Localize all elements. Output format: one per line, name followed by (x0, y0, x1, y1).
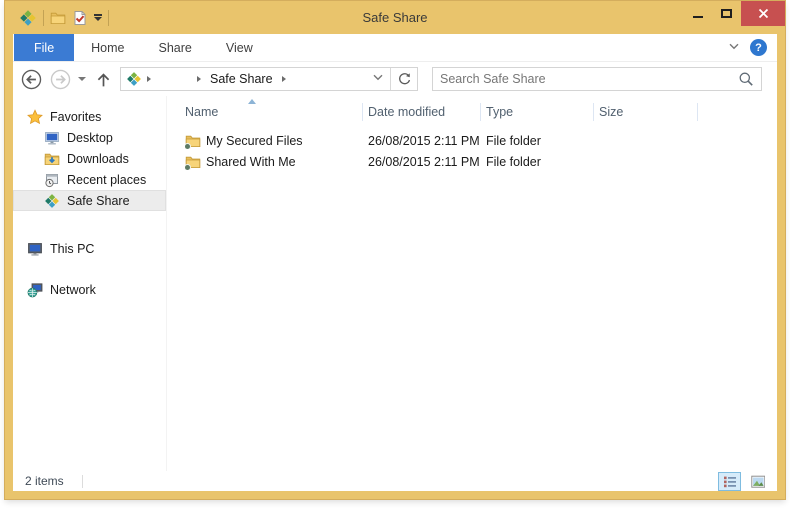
status-divider (81, 474, 83, 488)
minimize-button[interactable] (683, 1, 712, 26)
tab-share[interactable]: Share (142, 34, 209, 61)
sidebar-item-downloads[interactable]: Downloads (13, 148, 166, 169)
network-icon (27, 282, 43, 298)
breadcrumb-item[interactable]: Safe Share (206, 72, 277, 86)
recent-places-icon (44, 172, 60, 188)
customize-toolbar-caret-icon[interactable] (94, 14, 102, 21)
desktop-icon (44, 130, 60, 146)
file-name: My Secured Files (206, 133, 303, 148)
file-name: Shared With Me (206, 154, 296, 169)
downloads-icon (44, 151, 60, 167)
ribbon-tab-row: File Home Share View ? (13, 34, 777, 62)
breadcrumb-chevron-icon[interactable] (197, 76, 201, 82)
address-bar[interactable]: Safe Share (120, 67, 418, 91)
column-header-name[interactable]: Name (185, 103, 363, 121)
navigation-pane: Favorites Desktop Downloads Recent place… (13, 96, 167, 471)
tab-home[interactable]: Home (74, 34, 141, 61)
sidebar-item-label: Downloads (67, 151, 129, 166)
safe-share-logo-icon (44, 193, 60, 209)
refresh-icon[interactable] (391, 68, 417, 90)
sidebar-item-label: Network (50, 282, 96, 297)
column-header-size[interactable]: Size (594, 103, 698, 121)
thumbnails-view-button[interactable] (746, 472, 769, 491)
sidebar-item-label: Favorites (50, 109, 102, 124)
safe-share-logo-icon[interactable] (19, 9, 37, 27)
column-header-type[interactable]: Type (481, 103, 594, 121)
sidebar-item-label: Safe Share (67, 193, 130, 208)
sidebar-item-recent-places[interactable]: Recent places (13, 169, 166, 190)
secure-overlay-icon (185, 142, 191, 149)
file-list-pane: Name Date modified Type Size My Secured … (167, 96, 777, 471)
new-folder-icon[interactable] (50, 10, 66, 26)
sidebar-item-label: This PC (50, 241, 95, 256)
file-date-modified: 26/08/2015 2:11 PM (368, 154, 480, 169)
up-button[interactable] (95, 71, 112, 88)
navigation-bar: Safe Share (13, 62, 777, 96)
thumbnails-view-icon (750, 475, 765, 488)
close-button[interactable] (741, 1, 785, 26)
breadcrumb-chevron-icon[interactable] (281, 76, 286, 82)
history-dropdown-icon[interactable] (78, 77, 86, 81)
status-bar: 2 items (13, 471, 777, 491)
secure-overlay-icon (185, 163, 191, 170)
details-view-icon (723, 476, 736, 487)
item-count: 2 items (25, 474, 64, 488)
safe-share-logo-icon[interactable] (126, 71, 142, 87)
sidebar-item-safe-share[interactable]: Safe Share (13, 190, 166, 211)
sidebar-item-label: Recent places (67, 172, 147, 187)
back-button[interactable] (21, 69, 42, 90)
maximize-button[interactable] (712, 1, 741, 26)
file-date-modified: 26/08/2015 2:11 PM (368, 133, 480, 148)
file-row[interactable]: My Secured Files 26/08/2015 2:11 PM File… (185, 130, 777, 151)
folder-icon (185, 154, 201, 170)
sidebar-item-label: Desktop (67, 130, 113, 145)
sidebar-item-favorites[interactable]: Favorites (13, 106, 166, 127)
file-row[interactable]: Shared With Me 26/08/2015 2:11 PM File f… (185, 151, 777, 172)
search-input[interactable] (440, 72, 738, 86)
column-header-date-modified[interactable]: Date modified (363, 103, 481, 121)
explorer-window: Safe Share File Home Share View ? Safe S… (5, 1, 785, 499)
toolbar-divider (43, 9, 44, 26)
this-pc-icon (27, 241, 43, 257)
sidebar-item-desktop[interactable]: Desktop (13, 127, 166, 148)
forward-button[interactable] (50, 69, 71, 90)
file-type: File folder (486, 154, 541, 169)
toolbar-divider (108, 9, 109, 26)
address-dropdown-icon[interactable] (372, 70, 384, 88)
sidebar-item-network[interactable]: Network (13, 279, 166, 300)
column-header-row: Name Date modified Type Size (185, 101, 777, 123)
properties-check-icon[interactable] (72, 10, 88, 26)
tab-view[interactable]: View (209, 34, 270, 61)
search-box[interactable] (432, 67, 762, 91)
star-icon (27, 109, 43, 125)
search-icon[interactable] (738, 71, 754, 87)
folder-icon (185, 133, 201, 149)
tab-file[interactable]: File (14, 34, 75, 61)
window-controls (683, 1, 785, 26)
details-view-button[interactable] (718, 471, 741, 491)
window-title: Safe Share (362, 10, 428, 25)
sort-ascending-icon (248, 99, 256, 104)
sidebar-item-this-pc[interactable]: This PC (13, 238, 166, 259)
file-type: File folder (486, 133, 541, 148)
help-icon[interactable]: ? (750, 39, 767, 56)
quick-access-toolbar (13, 1, 109, 34)
breadcrumb-chevron-icon[interactable] (147, 76, 151, 82)
minimize-ribbon-chevron-icon[interactable] (728, 39, 740, 57)
title-bar[interactable]: Safe Share (13, 1, 785, 34)
desktop-background: Safe Share File Home Share View ? Safe S… (0, 0, 790, 509)
close-icon (758, 8, 768, 19)
